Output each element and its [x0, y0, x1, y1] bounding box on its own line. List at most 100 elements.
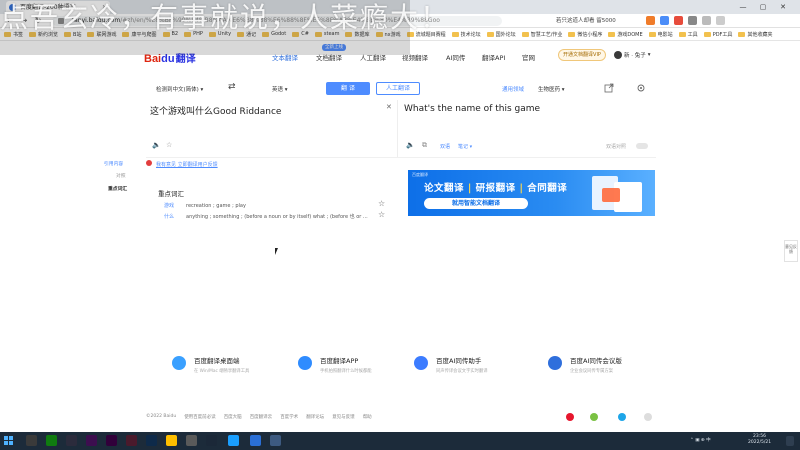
bookmark-item[interactable]: 国外论坛 — [486, 31, 516, 38]
extension-search-box[interactable]: 若只这道人却看 留5000 — [556, 16, 640, 26]
notes-link[interactable]: 笔记 ▾ — [458, 143, 472, 150]
extension-icon[interactable] — [674, 16, 683, 25]
bookmark-item[interactable]: 其他收藏夹 — [738, 31, 772, 38]
bookmark-item[interactable]: 微信小程序 — [568, 31, 602, 38]
nav-video-translate[interactable]: 视频翻译 — [402, 52, 428, 62]
user-menu[interactable]: 新 · 兔子 ▾ — [614, 51, 651, 59]
bookmark-item[interactable]: 书签 — [4, 31, 23, 38]
bookmark-item[interactable]: Unity — [208, 31, 231, 37]
star-icon[interactable]: ☆ — [166, 141, 172, 149]
bookmark-item[interactable]: 通记 — [237, 31, 256, 38]
file-explorer-icon[interactable] — [166, 435, 177, 446]
footer-link[interactable]: 帮助 — [363, 414, 372, 420]
windows-start-icon[interactable] — [4, 436, 14, 446]
bookmark-item[interactable]: 技术论坛 — [451, 31, 481, 38]
maximize-icon[interactable]: ▢ — [756, 0, 770, 14]
speaker-icon[interactable]: 🔈 — [152, 141, 161, 149]
reload-icon[interactable]: ↻ — [32, 14, 44, 28]
premiere-icon[interactable] — [86, 435, 97, 446]
footer-link[interactable]: 使用百度前必读 — [184, 414, 216, 420]
app-icon[interactable] — [186, 435, 197, 446]
forward-icon[interactable]: → — [18, 14, 30, 28]
bookmark-item[interactable]: steam — [314, 31, 339, 37]
url-input[interactable]: fanyi.baidu.com/#zh/en/%E8%BF%99%E4%B8%A… — [52, 16, 502, 26]
star-icon[interactable]: ☆ — [378, 210, 385, 219]
gear-icon[interactable] — [636, 83, 646, 93]
source-text-input[interactable]: 这个游戏叫什么Good Riddance — [150, 104, 281, 117]
doc-translate-banner[interactable]: 百度翻译 论文翻译 | 研报翻译 | 合同翻译 就用智能文档翻译 — [408, 170, 655, 216]
footer-link[interactable]: 百度学术 — [280, 414, 298, 420]
bilingual-toggle[interactable] — [636, 143, 648, 149]
puzzle-icon[interactable] — [688, 16, 697, 25]
footer-link[interactable]: 百度大脑 — [224, 414, 242, 420]
bookmark-item[interactable]: 游戏DOME — [608, 31, 643, 38]
extension-icon[interactable] — [660, 16, 669, 25]
photoshop-icon[interactable] — [126, 435, 137, 446]
bookmark-item[interactable]: 新约浏览 — [29, 31, 58, 38]
footer-link[interactable]: 翻译论坛 — [306, 414, 324, 420]
bookmark-item[interactable]: 流城题目赛程 — [406, 31, 446, 38]
footer-link[interactable]: 百度翻译云 — [250, 414, 273, 420]
bookmark-item[interactable]: B2 — [162, 31, 178, 37]
target-language-select[interactable]: 英语 ▾ — [272, 85, 288, 93]
bookmark-item[interactable]: 康平与爬图 — [122, 31, 157, 38]
profile-icon[interactable] — [702, 16, 711, 25]
domain-select[interactable]: 生物医药 ▾ — [538, 85, 565, 93]
bookmark-item[interactable]: PHP — [184, 31, 203, 37]
nav-human-translate[interactable]: 人工翻译 — [360, 52, 386, 62]
back-icon[interactable]: ← — [4, 14, 16, 28]
human-translate-button[interactable]: 人工翻译 — [376, 82, 420, 95]
keyword-word[interactable]: 什么 — [164, 213, 186, 220]
system-tray-icons[interactable]: ⌃ ▣ ⊕ 中 — [690, 432, 711, 450]
sidenav-item-quote[interactable]: 引用内容 — [104, 160, 123, 167]
xbox-icon[interactable] — [46, 435, 57, 446]
app-icon[interactable] — [66, 435, 77, 446]
export-icon[interactable] — [604, 83, 614, 93]
copy-icon[interactable]: ⧉ — [422, 141, 427, 150]
nav-ai-interpret[interactable]: AI同传 — [446, 52, 465, 62]
bookmark-item[interactable]: 电影站 — [648, 31, 673, 38]
wechat-icon[interactable] — [590, 413, 598, 421]
bookmark-item[interactable]: 工具 — [678, 31, 698, 38]
nav-doc-translate[interactable]: 文档翻译 — [316, 52, 342, 62]
translate-button[interactable]: 翻 译 — [326, 82, 370, 95]
mail-icon[interactable] — [644, 413, 652, 421]
star-icon[interactable]: ☆ — [378, 199, 385, 208]
footer-link[interactable]: 意见与反馈 — [332, 414, 355, 420]
bookmark-item[interactable]: PDF工具 — [703, 31, 732, 38]
baidu-translate-logo[interactable]: Baidu翻译 — [144, 50, 196, 65]
steam-icon[interactable] — [206, 435, 217, 446]
edge-icon[interactable] — [228, 435, 239, 446]
bookmark-item[interactable]: B站 — [64, 31, 81, 38]
cloud-extension-icon[interactable] — [646, 16, 655, 25]
feedback-float-button[interactable]: 意见反馈 — [784, 240, 798, 262]
source-language-select[interactable]: 检测到中文(简体) ▾ — [156, 85, 203, 93]
weibo-icon[interactable] — [566, 413, 574, 421]
sidenav-item-compare[interactable]: 对照 — [116, 172, 126, 179]
browser-tab-active[interactable]: 百度翻译-200种语言... ✕ — [6, 1, 110, 14]
bookmark-item[interactable]: 联网游戏 — [87, 31, 116, 38]
clear-icon[interactable]: ✕ — [386, 103, 392, 111]
photoshop-icon[interactable] — [146, 435, 157, 446]
nav-api[interactable]: 翻译API — [482, 52, 505, 62]
bookmark-item[interactable]: C# — [292, 31, 309, 37]
close-window-icon[interactable]: ✕ — [776, 0, 790, 14]
bookmark-item[interactable]: 数据库 — [345, 31, 370, 38]
after-effects-icon[interactable] — [106, 435, 117, 446]
qq-icon[interactable] — [618, 413, 626, 421]
app-icon[interactable] — [270, 435, 281, 446]
feedback-link[interactable]: 我有意见 立即翻译用户反馈 — [156, 161, 218, 168]
taskview-icon[interactable] — [26, 435, 37, 446]
bookmark-item[interactable]: 智慧工艺/作业 — [521, 31, 562, 38]
browser-icon[interactable] — [250, 435, 261, 446]
bookmark-item[interactable]: nx游戏 — [375, 31, 401, 38]
nav-official[interactable]: 官网 — [522, 52, 535, 62]
clock[interactable]: 23:56 2022/5/21 — [748, 434, 771, 446]
new-tab-button[interactable]: + — [112, 1, 126, 14]
swap-languages-icon[interactable]: ⇄ — [228, 82, 236, 92]
vip-button[interactable]: 开通文档翻译VIP — [558, 49, 606, 61]
nav-text-translate[interactable]: 文本翻译 — [272, 52, 298, 62]
minimize-icon[interactable]: — — [736, 0, 750, 14]
bilingual-link[interactable]: 双语 — [440, 143, 450, 150]
close-tab-icon[interactable]: ✕ — [102, 1, 107, 14]
